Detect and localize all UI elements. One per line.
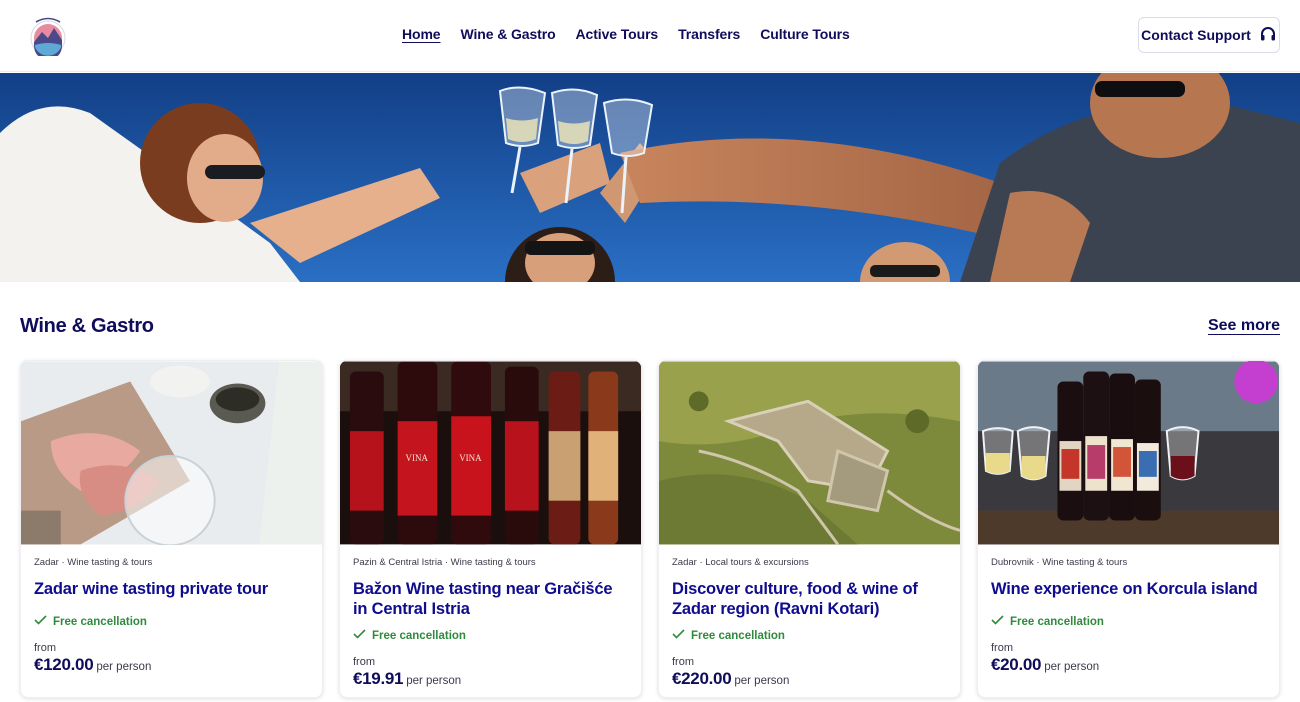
free-cancellation: Free cancellation xyxy=(672,629,947,642)
price-from-label: from xyxy=(672,656,694,668)
tour-meta: Zadar · Local tours & excursions xyxy=(672,557,809,568)
price-unit: per person xyxy=(734,675,790,687)
price-from-label: from xyxy=(353,656,375,668)
see-more-link[interactable]: See more xyxy=(1208,317,1280,335)
tour-price: €220.00 xyxy=(672,669,732,688)
free-cancellation: Free cancellation xyxy=(34,615,309,628)
headset-icon xyxy=(1259,25,1277,46)
svg-text:VINA: VINA xyxy=(406,453,429,463)
free-cancellation-label: Free cancellation xyxy=(372,629,466,642)
tour-meta: Zadar · Wine tasting & tours xyxy=(34,557,153,568)
tour-title[interactable]: Discover culture, food & wine of Zadar r… xyxy=(672,579,947,619)
price-from-label: from xyxy=(991,642,1013,654)
nav-transfers[interactable]: Transfers xyxy=(678,26,740,42)
free-cancellation-label: Free cancellation xyxy=(691,629,785,642)
tour-meta: Pazin & Central Istria · Wine tasting & … xyxy=(353,557,536,568)
tour-title[interactable]: Wine experience on Korcula island xyxy=(991,579,1266,599)
tour-image xyxy=(978,361,1279,545)
tour-card-list: Zadar · Wine tasting & tours Zadar wine … xyxy=(20,360,1280,698)
price-unit: per person xyxy=(96,661,152,673)
svg-text:VINA: VINA xyxy=(459,453,482,463)
tour-image: VINA VINA xyxy=(340,361,641,545)
price-unit: per person xyxy=(1044,661,1100,673)
tour-image xyxy=(659,361,960,545)
nav-active-tours[interactable]: Active Tours xyxy=(576,26,659,42)
contact-support-button[interactable]: Contact Support xyxy=(1138,17,1280,53)
nav-wine-gastro[interactable]: Wine & Gastro xyxy=(461,26,556,42)
price-from-label: from xyxy=(34,642,56,654)
price-row: €120.00 per person xyxy=(34,655,309,675)
free-cancellation-label: Free cancellation xyxy=(53,615,147,628)
tour-title[interactable]: Bažon Wine tasting near Gračišće in Cent… xyxy=(353,579,628,619)
main-nav: Home Wine & Gastro Active Tours Transfer… xyxy=(402,26,850,42)
tour-price: €19.91 xyxy=(353,669,404,688)
checkmark-icon xyxy=(353,629,366,642)
checkmark-icon xyxy=(34,615,47,628)
free-cancellation-label: Free cancellation xyxy=(1010,615,1104,628)
checkmark-icon xyxy=(991,615,1004,628)
hero-image xyxy=(0,73,1300,282)
tour-card[interactable]: Zadar · Local tours & excursions Discove… xyxy=(658,360,961,698)
tour-card[interactable]: VINA VINA Pazin & Central Istria · Wine … xyxy=(339,360,642,698)
contact-support-label: Contact Support xyxy=(1141,27,1251,43)
nav-home[interactable]: Home xyxy=(402,26,441,42)
checkmark-icon xyxy=(672,629,685,642)
site-logo[interactable] xyxy=(28,14,68,60)
free-cancellation: Free cancellation xyxy=(353,629,628,642)
tour-price: €20.00 xyxy=(991,655,1042,674)
nav-culture-tours[interactable]: Culture Tours xyxy=(760,26,850,42)
section-title: Wine & Gastro xyxy=(20,315,154,337)
tour-meta: Dubrovnik · Wine tasting & tours xyxy=(991,557,1128,568)
tour-card[interactable]: Zadar · Wine tasting & tours Zadar wine … xyxy=(20,360,323,698)
price-row: €19.91 per person xyxy=(353,669,628,689)
hero-banner xyxy=(0,73,1300,282)
tour-price: €120.00 xyxy=(34,655,94,674)
free-cancellation: Free cancellation xyxy=(991,615,1266,628)
price-row: €20.00 per person xyxy=(991,655,1266,675)
price-row: €220.00 per person xyxy=(672,669,947,689)
tour-card[interactable]: Dubrovnik · Wine tasting & tours Wine ex… xyxy=(977,360,1280,698)
tour-title[interactable]: Zadar wine tasting private tour xyxy=(34,579,309,599)
tour-image xyxy=(21,361,322,545)
site-header: Home Wine & Gastro Active Tours Transfer… xyxy=(0,0,1300,72)
price-unit: per person xyxy=(406,675,462,687)
